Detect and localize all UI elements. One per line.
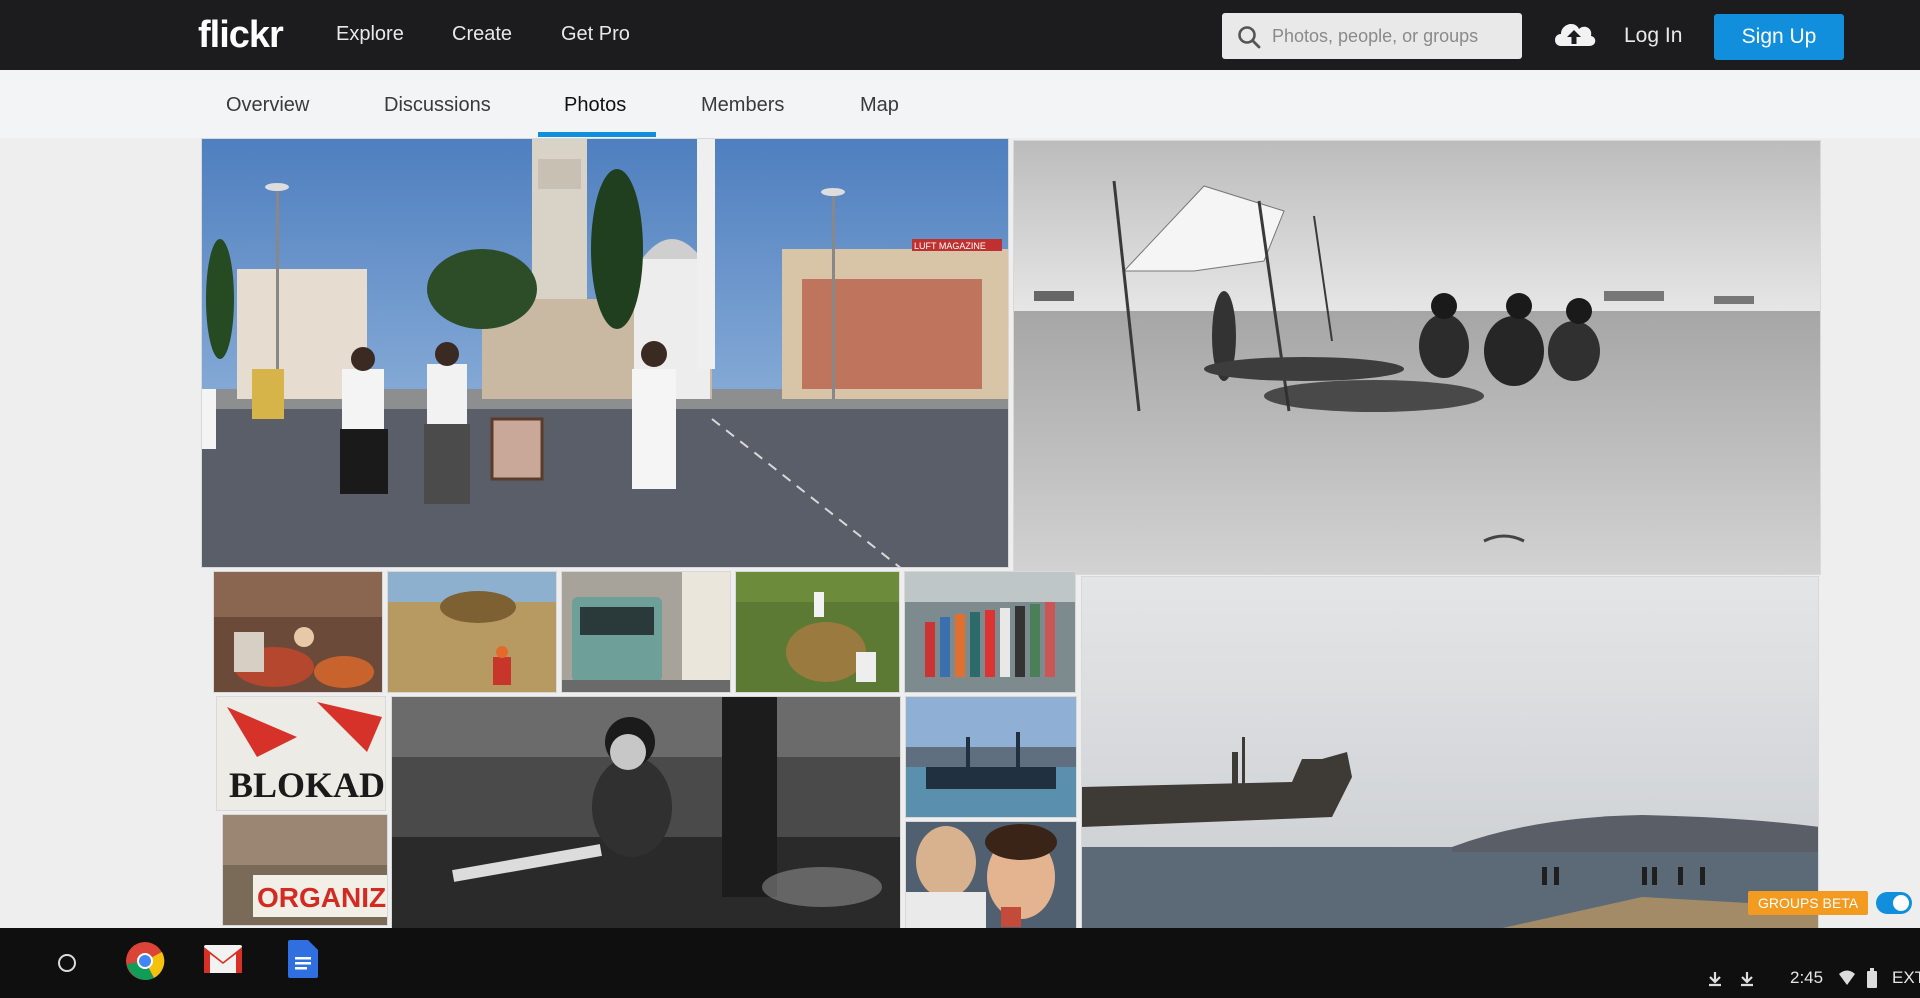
- shipwreck-image: [1082, 577, 1818, 935]
- tab-overview[interactable]: Overview: [226, 94, 309, 117]
- photo-van[interactable]: [561, 571, 731, 693]
- portrait-boys-image: [906, 822, 1076, 932]
- screen: flickr Explore Create Get Pro Log In Sig…: [0, 0, 1920, 998]
- download-icon-2[interactable]: [1738, 970, 1756, 988]
- poster-organiz-text: ORGANIZ: [257, 882, 386, 913]
- photo-portrait-boys[interactable]: [905, 821, 1077, 933]
- ext-label: EXT: [1892, 968, 1920, 987]
- poster-blokade-text: BLOKADE: [229, 765, 386, 805]
- groups-beta-toggle[interactable]: [1876, 892, 1912, 914]
- photo-poster-blokade[interactable]: BLOKADE: [216, 696, 386, 811]
- docs-icon[interactable]: [288, 940, 318, 978]
- system-clock[interactable]: 2:45: [1790, 968, 1823, 988]
- nav-get-pro[interactable]: Get Pro: [561, 23, 630, 46]
- tab-discussions[interactable]: Discussions: [384, 94, 491, 117]
- photo-child-scooter[interactable]: [391, 696, 901, 930]
- photo-city-square[interactable]: LUFT MAGAZINE: [201, 138, 1009, 568]
- nav-create[interactable]: Create: [452, 23, 512, 46]
- photo-ship-harbor[interactable]: [905, 696, 1077, 818]
- nav-explore[interactable]: Explore: [336, 23, 404, 46]
- field-hay-image: [736, 572, 899, 692]
- tab-members[interactable]: Members: [701, 94, 784, 117]
- photo-crowd-line[interactable]: [904, 571, 1076, 693]
- tab-map[interactable]: Map: [860, 94, 899, 117]
- signup-button[interactable]: Sign Up: [1714, 14, 1844, 60]
- photo-market[interactable]: [213, 571, 383, 693]
- search-input[interactable]: [1272, 19, 1512, 53]
- crowd-line-image: [905, 572, 1075, 692]
- search-icon: [1238, 26, 1261, 49]
- battery-icon[interactable]: [1866, 968, 1878, 988]
- chrome-icon[interactable]: [124, 940, 166, 982]
- market-image: [214, 572, 382, 692]
- van-image: [562, 572, 730, 692]
- groups-beta-badge: GROUPS BETA: [1748, 891, 1868, 915]
- photo-grid: LUFT MAGAZINE BLOKAD ORGANIZ: [0, 138, 1920, 936]
- search-box[interactable]: [1222, 13, 1522, 59]
- photo-shipwreck[interactable]: [1081, 576, 1819, 936]
- download-icon[interactable]: [1706, 970, 1724, 988]
- login-link[interactable]: Log In: [1624, 24, 1682, 48]
- hay-cart-image: [388, 572, 556, 692]
- active-tab-indicator: [538, 132, 656, 137]
- city-square-image: LUFT MAGAZINE: [202, 139, 1008, 567]
- flickr-logo[interactable]: flickr: [198, 14, 284, 57]
- photo-field-hay[interactable]: [735, 571, 900, 693]
- wifi-icon[interactable]: [1838, 970, 1856, 986]
- poster-organiz-image: ORGANIZ: [223, 815, 387, 925]
- building-sign: LUFT MAGAZINE: [914, 241, 986, 251]
- os-taskbar: 2:45 EXT: [0, 928, 1920, 998]
- child-scooter-image: [392, 697, 900, 929]
- upload-cloud-icon[interactable]: [1551, 16, 1597, 52]
- photo-poster-organiz[interactable]: ORGANIZ: [222, 814, 388, 926]
- poster-blokade-image: BLOKADE: [217, 697, 386, 810]
- beach-image: [1014, 141, 1820, 574]
- tab-photos[interactable]: Photos: [564, 94, 626, 117]
- top-nav-bar: flickr Explore Create Get Pro Log In Sig…: [0, 0, 1920, 70]
- group-sub-nav: Overview Discussions Photos Members Map: [0, 70, 1920, 138]
- photo-hay-cart[interactable]: [387, 571, 557, 693]
- ship-harbor-image: [906, 697, 1076, 817]
- gmail-icon[interactable]: [202, 942, 244, 976]
- photo-beach[interactable]: [1013, 140, 1821, 575]
- launcher-icon[interactable]: [56, 952, 78, 974]
